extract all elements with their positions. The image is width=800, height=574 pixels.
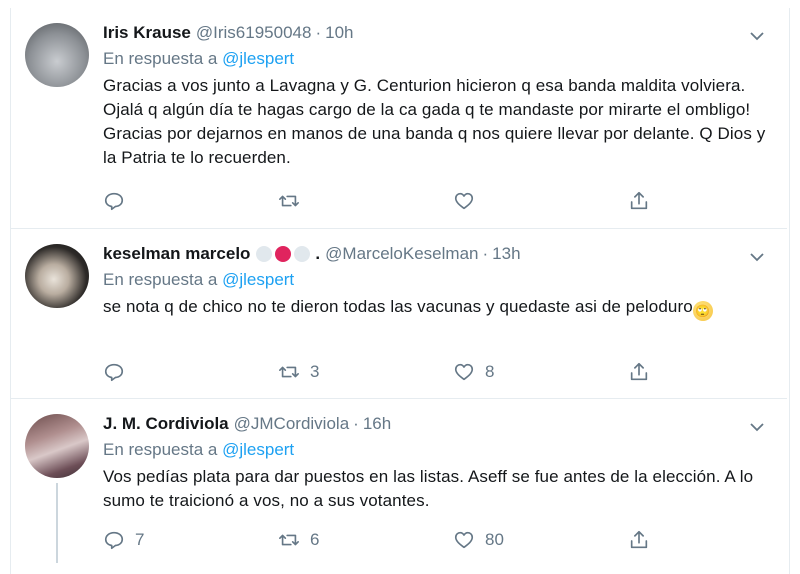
name-suffix: . — [315, 244, 321, 263]
reply-context: En respuesta a @jlespert — [103, 48, 767, 70]
avatar[interactable] — [25, 23, 89, 87]
display-name[interactable]: keselman marcelo — [103, 243, 250, 265]
reply-context: En respuesta a @jlespert — [103, 439, 767, 461]
retweet-count: 3 — [310, 362, 320, 381]
share-button[interactable] — [628, 190, 660, 212]
tweet-text-content: se nota q de chico no te dieron todas la… — [103, 297, 693, 316]
separator: · — [315, 23, 322, 42]
retweet-icon — [279, 534, 299, 546]
reply-prefix: En respuesta a — [103, 440, 218, 459]
tweet[interactable]: J. M. Cordiviola @JMCordiviola · 16h En … — [11, 399, 787, 566]
tweet-content: Iris Krause @Iris61950048 · 10h En respu… — [103, 22, 767, 170]
name-emoji-circles: . — [256, 243, 320, 265]
user-handle[interactable]: @MarceloKeselman — [325, 243, 478, 265]
retweet-button[interactable]: 3 — [278, 361, 453, 383]
display-name[interactable]: J. M. Cordiviola — [103, 413, 229, 435]
like-button[interactable]: 8 — [453, 361, 628, 383]
heart-icon — [454, 192, 474, 210]
reply-count: 7 — [135, 530, 145, 549]
user-handle[interactable]: @Iris61950048 — [196, 22, 312, 44]
reply-icon — [104, 192, 124, 211]
tweet-actions: 3 8 — [103, 361, 663, 383]
tweet[interactable]: keselman marcelo . @MarceloKeselman · 13… — [11, 229, 787, 399]
tweet-actions — [103, 190, 663, 212]
reply-context: En respuesta a @jlespert — [103, 269, 767, 291]
reply-button[interactable] — [103, 190, 278, 212]
tweet-actions: 7 6 80 — [103, 529, 663, 551]
tweet[interactable]: Iris Krause @Iris61950048 · 10h En respu… — [11, 8, 787, 229]
display-name[interactable]: Iris Krause — [103, 22, 191, 44]
reply-mention[interactable]: @jlespert — [222, 270, 294, 289]
tweet-header: keselman marcelo . @MarceloKeselman · 13… — [103, 243, 767, 265]
tweet-content: J. M. Cordiviola @JMCordiviola · 16h En … — [103, 413, 767, 513]
avatar[interactable] — [25, 244, 89, 308]
timestamp[interactable]: 10h — [325, 22, 353, 44]
like-count: 8 — [485, 362, 495, 381]
tweet-text: Vos pedías plata para dar puestos en las… — [103, 467, 754, 510]
like-count: 80 — [485, 530, 504, 549]
reply-prefix: En respuesta a — [103, 270, 218, 289]
share-icon — [630, 530, 648, 549]
share-icon — [630, 362, 648, 381]
white-circle-icon — [256, 246, 273, 262]
avatar[interactable] — [25, 414, 89, 478]
tweet-text: Gracias a vos junto a Lavagna y G. Centu… — [103, 76, 766, 167]
share-icon — [630, 191, 648, 210]
retweet-count: 6 — [310, 530, 320, 549]
share-button[interactable] — [628, 361, 660, 383]
chevron-down-icon[interactable] — [749, 28, 765, 44]
white-circle-icon — [294, 246, 311, 262]
reply-mention[interactable]: @jlespert — [222, 49, 294, 68]
like-button[interactable]: 80 — [453, 529, 628, 551]
reply-prefix: En respuesta a — [103, 49, 218, 68]
retweet-icon — [279, 195, 299, 207]
tweet-header: Iris Krause @Iris61950048 · 10h — [103, 22, 767, 44]
timestamp[interactable]: 16h — [363, 413, 391, 435]
red-circle-icon — [275, 246, 292, 262]
tweet-content: keselman marcelo . @MarceloKeselman · 13… — [103, 243, 767, 321]
eye-roll-emoji-icon: 🙄 — [692, 301, 713, 321]
reply-icon — [104, 531, 124, 550]
separator: · — [482, 244, 489, 263]
share-button[interactable] — [628, 529, 660, 551]
retweet-icon — [279, 366, 299, 378]
tweet-header: J. M. Cordiviola @JMCordiviola · 16h — [103, 413, 767, 435]
like-button[interactable] — [453, 190, 628, 212]
retweet-button[interactable]: 6 — [278, 529, 453, 551]
heart-icon — [454, 363, 474, 381]
reply-button[interactable]: 7 — [103, 529, 278, 551]
reply-mention[interactable]: @jlespert — [222, 440, 294, 459]
separator: · — [353, 414, 359, 433]
thread-line — [56, 483, 58, 563]
tweet-text: se nota q de chico no te dieron todas la… — [103, 295, 767, 321]
user-handle[interactable]: @JMCordiviola — [234, 413, 350, 435]
reply-button[interactable] — [103, 361, 278, 383]
retweet-button[interactable] — [278, 190, 453, 212]
timestamp[interactable]: 13h — [492, 243, 520, 265]
heart-icon — [454, 531, 474, 549]
reply-icon — [104, 363, 124, 382]
chevron-down-icon[interactable] — [749, 249, 765, 265]
chevron-down-icon[interactable] — [749, 419, 765, 435]
